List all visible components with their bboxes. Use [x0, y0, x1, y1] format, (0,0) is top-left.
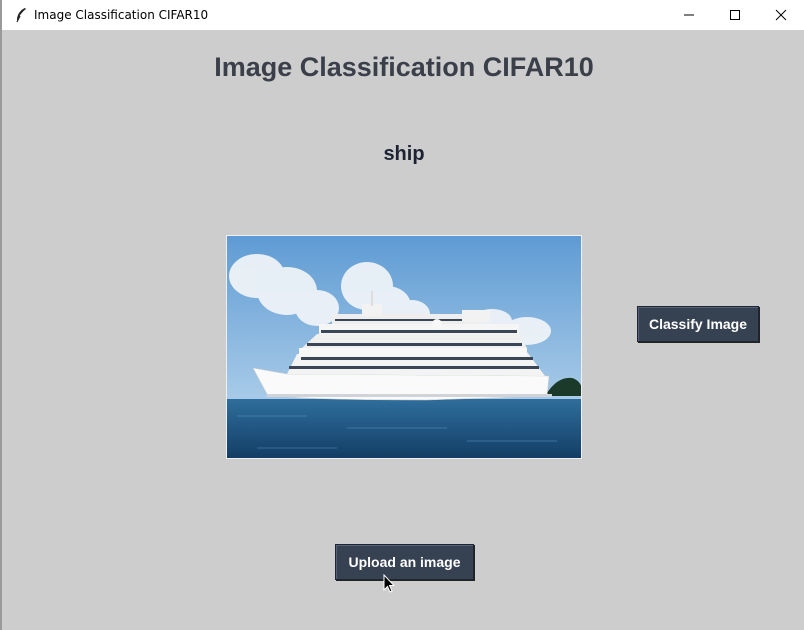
prediction-label: ship — [383, 143, 425, 165]
window-title: Image Classification CIFAR10 — [34, 8, 209, 22]
title-bar[interactable]: Image Classification CIFAR10 — [2, 0, 804, 30]
upload-image-button[interactable]: Upload an image — [335, 544, 474, 580]
maximize-icon — [730, 10, 740, 20]
close-icon — [775, 9, 787, 21]
minimize-button[interactable] — [666, 0, 712, 30]
minimize-icon — [684, 14, 694, 16]
app-window: Image Classification CIFAR10 Image Class… — [0, 0, 804, 630]
feather-icon — [16, 8, 26, 23]
mouse-cursor-icon — [383, 574, 395, 593]
ship-photo — [227, 236, 581, 458]
classify-image-button[interactable]: Classify Image — [637, 306, 759, 342]
close-button[interactable] — [758, 0, 804, 30]
maximize-button[interactable] — [712, 0, 758, 30]
page-heading: Image Classification CIFAR10 — [214, 52, 594, 82]
uploaded-image — [226, 235, 582, 459]
